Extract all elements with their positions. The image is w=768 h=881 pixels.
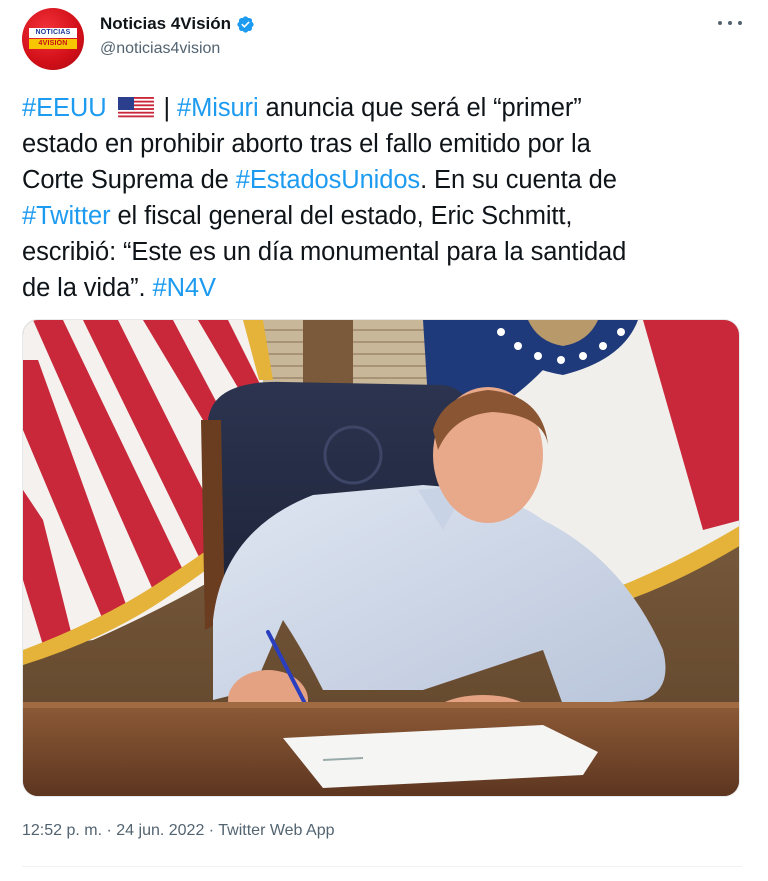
tweet-text-line: de la vida”. #N4V [22,270,742,306]
tweet-text-line: #Twitter el fiscal general del estado, E… [22,198,742,234]
tweet-text-line: escribió: “Este es un día monumental par… [22,234,742,270]
tweet-text-line: Corte Suprema de #EstadosUnidos. En su c… [22,162,742,198]
tweet-text: #EEUU | #Misuri anuncia que será el “pri… [22,90,742,306]
tweet-text-segment: anuncia que será el “primer” [258,94,582,122]
us-flag-emoji-icon [117,95,154,119]
display-name[interactable]: Noticias 4Visión [100,14,231,34]
tweet-photo[interactable] [22,319,740,797]
hashtag-link[interactable]: #Misuri [177,94,259,122]
avatar-logo-top: NOTICIAS [29,28,77,38]
tweet-text-segment [107,94,114,122]
divider [22,866,742,867]
tweet-meta: 12:52 p. m. · 24 jun. 2022 · Twitter Web… [22,822,334,840]
hashtag-link[interactable]: #Twitter [22,202,111,230]
tweet-text-segment: Corte Suprema de [22,166,236,194]
tweet-date[interactable]: 24 jun. 2022 [116,822,204,839]
hashtag-link[interactable]: #N4V [153,274,216,302]
avatar[interactable]: NOTICIAS 4VISIÓN [22,8,84,70]
tweet-text-segment: . En su cuenta de [420,166,617,194]
hashtag-link[interactable]: #EEUU [22,94,107,122]
tweet-text-segment: escribió: “Este es un día monumental par… [22,238,627,266]
tweet-text-segment: estado en prohibir aborto tras el fallo … [22,130,591,158]
more-options-icon[interactable] [718,18,742,28]
verified-badge-icon [237,15,254,33]
hashtag-link[interactable]: #EstadosUnidos [236,166,420,194]
tweet-source[interactable]: Twitter Web App [218,822,334,839]
handle[interactable]: @noticias4vision [100,40,220,58]
tweet-text-line: estado en prohibir aborto tras el fallo … [22,126,742,162]
tweet-time[interactable]: 12:52 p. m. [22,822,102,839]
tweet-card[interactable]: NOTICIAS 4VISIÓN Noticias 4Visión @notic… [0,0,768,881]
meta-separator: · [102,822,117,839]
meta-separator-2: · [204,822,219,839]
tweet-text-line: #EEUU | #Misuri anuncia que será el “pri… [22,90,742,126]
account-name-row[interactable]: Noticias 4Visión [100,14,255,34]
avatar-logo-bottom: 4VISIÓN [29,39,77,49]
tweet-text-segment: el fiscal general del estado, Eric Schmi… [110,202,573,230]
tweet-text-segment: | [156,94,178,122]
tweet-text-segment: de la vida”. [22,274,153,302]
